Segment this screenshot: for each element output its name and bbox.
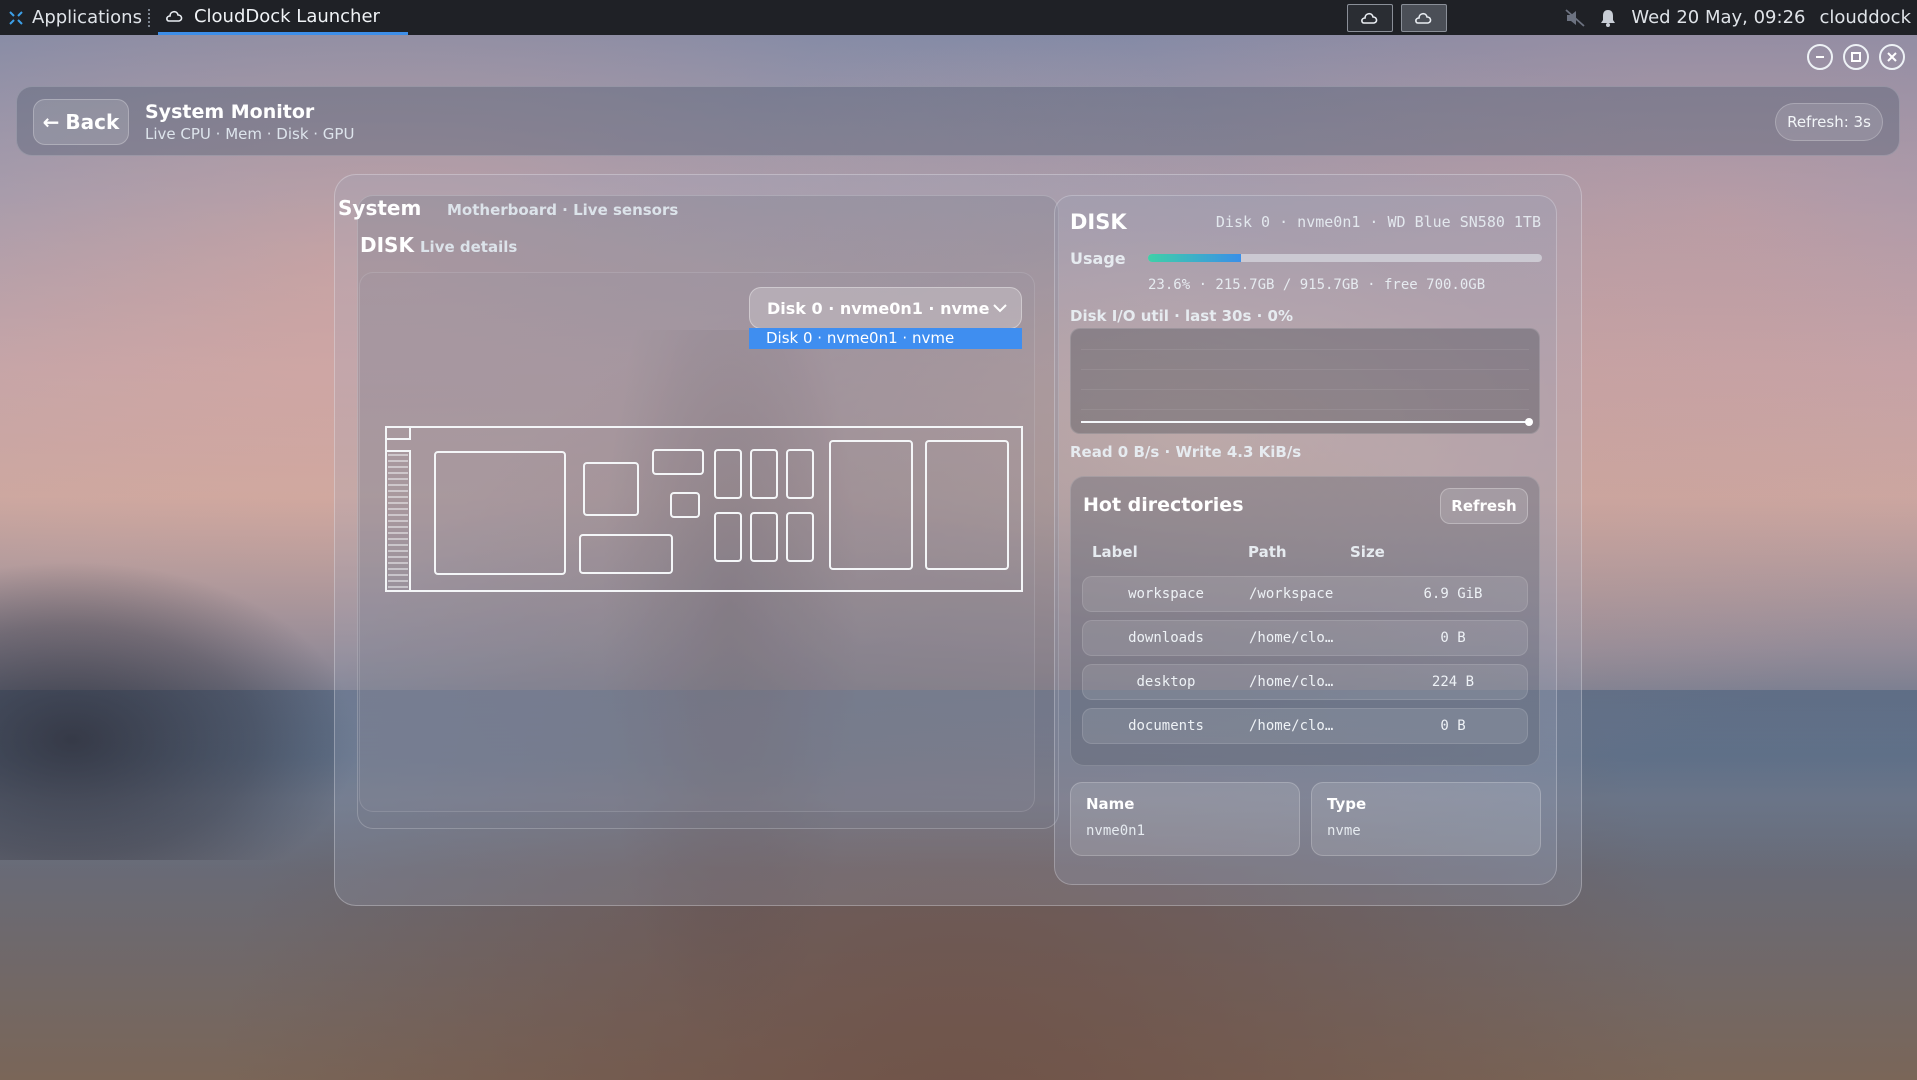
type-label: Type <box>1327 795 1367 813</box>
page-subtitle: Live CPU · Mem · Disk · GPU <box>145 125 355 143</box>
name-value: nvme0n1 <box>1086 823 1146 839</box>
name-label: Name <box>1086 795 1135 813</box>
workspace-button-2[interactable] <box>1401 3 1448 32</box>
close-button[interactable] <box>1879 44 1905 70</box>
page-title: System Monitor <box>145 101 315 123</box>
minimize-button[interactable] <box>1807 44 1833 70</box>
maximize-button[interactable] <box>1843 44 1869 70</box>
row-size: 224 B <box>1431 674 1475 690</box>
window-controls <box>1807 44 1905 70</box>
row-path: /home/clo… <box>1249 718 1334 734</box>
back-button[interactable]: ← Back <box>33 99 129 145</box>
usage-label: Usage <box>1070 249 1126 268</box>
column-header-size: Size <box>1350 543 1385 561</box>
back-arrow-icon: ← <box>42 110 60 134</box>
minimize-icon <box>1816 56 1824 58</box>
hot-directories-title: Hot directories <box>1083 494 1244 516</box>
table-row[interactable]: workspace /workspace 6.9 GiB <box>1082 576 1528 612</box>
type-value: nvme <box>1327 823 1361 839</box>
back-label: Back <box>65 110 120 134</box>
app-header: ← Back System Monitor Live CPU · Mem · D… <box>16 86 1900 156</box>
system-tray: Wed 20 May, 09:26 clouddock <box>1565 7 1917 28</box>
row-label: downloads <box>1128 630 1204 646</box>
graph-gridline <box>1081 369 1529 370</box>
io-util-line <box>1081 421 1529 423</box>
system-subtitle: Motherboard · Live sensors <box>447 201 679 219</box>
background-cliff <box>0 560 360 860</box>
applications-label: Applications <box>32 7 142 28</box>
disk-section-title: DISK <box>360 233 414 257</box>
row-size: 0 B <box>1440 630 1466 646</box>
row-path: /home/clo… <box>1249 674 1334 690</box>
row-label: documents <box>1128 718 1204 734</box>
taskbar-grip <box>147 8 152 27</box>
usage-bar-fill <box>1148 254 1241 262</box>
column-header-label: Label <box>1092 543 1138 561</box>
graph-gridline <box>1081 349 1529 350</box>
taskbar-task-clouddock[interactable]: CloudDock Launcher <box>157 0 408 35</box>
row-size: 6.9 GiB <box>1423 586 1483 602</box>
disk-section-subtitle: Live details <box>420 238 518 256</box>
row-path: /home/clo… <box>1249 630 1334 646</box>
row-path: /workspace <box>1249 586 1334 602</box>
applications-icon <box>9 10 23 25</box>
cloud-icon <box>166 10 183 22</box>
chevron-down-icon <box>993 304 1007 313</box>
hot-directories-refresh-button[interactable]: Refresh <box>1440 488 1528 524</box>
disk-select-option[interactable]: Disk 0 · nvme0n1 · nvme <box>749 328 1022 349</box>
disk-name-card: Name nvme0n1 <box>1070 782 1300 856</box>
maximize-icon <box>1851 52 1861 62</box>
user-name[interactable]: clouddock <box>1819 7 1911 28</box>
usage-bar <box>1148 254 1542 262</box>
disk-model: Disk 0 · nvme0n1 · WD Blue SN580 1TB <box>1215 213 1541 231</box>
io-util-label: Disk I/O util · last 30s · 0% <box>1070 307 1294 325</box>
workspace-button-1[interactable] <box>1347 3 1394 32</box>
graph-gridline <box>1081 389 1529 390</box>
task-label: CloudDock Launcher <box>193 5 380 27</box>
row-label: workspace <box>1128 586 1204 602</box>
graph-gridline <box>1081 409 1529 410</box>
clock[interactable]: Wed 20 May, 09:26 <box>1631 7 1805 28</box>
table-row[interactable]: desktop /home/clo… 224 B <box>1082 664 1528 700</box>
column-header-path: Path <box>1248 543 1287 561</box>
usage-text: 23.6% · 215.7GB / 915.7GB · free 700.0GB <box>1148 277 1486 293</box>
muted-speaker-icon[interactable] <box>1565 8 1585 27</box>
table-row[interactable]: documents /home/clo… 0 B <box>1082 708 1528 744</box>
read-write-text: Read 0 B/s · Write 4.3 KiB/s <box>1070 443 1302 461</box>
system-title: System <box>338 196 422 220</box>
close-icon <box>1887 52 1897 62</box>
io-util-point <box>1525 418 1533 426</box>
applications-menu[interactable]: Applications <box>0 0 142 35</box>
disk-select-dropdown[interactable]: Disk 0 · nvme0n1 · nvme <box>749 287 1022 329</box>
cloud-icon <box>1415 12 1432 24</box>
row-label: desktop <box>1136 674 1196 690</box>
disk-details-title: DISK <box>1070 210 1127 234</box>
table-row[interactable]: downloads /home/clo… 0 B <box>1082 620 1528 656</box>
io-util-graph <box>1070 328 1540 434</box>
ssd-diagram <box>385 426 1023 592</box>
row-size: 0 B <box>1440 718 1466 734</box>
bell-icon[interactable] <box>1599 9 1617 27</box>
disk-type-card: Type nvme <box>1311 782 1541 856</box>
cloud-icon <box>1361 12 1378 24</box>
refresh-interval-button[interactable]: Refresh: 3s <box>1775 103 1883 141</box>
taskbar: Applications CloudDock Launcher Wed 20 M… <box>0 0 1917 35</box>
disk-select-value: Disk 0 · nvme0n1 · nvme <box>767 298 990 318</box>
